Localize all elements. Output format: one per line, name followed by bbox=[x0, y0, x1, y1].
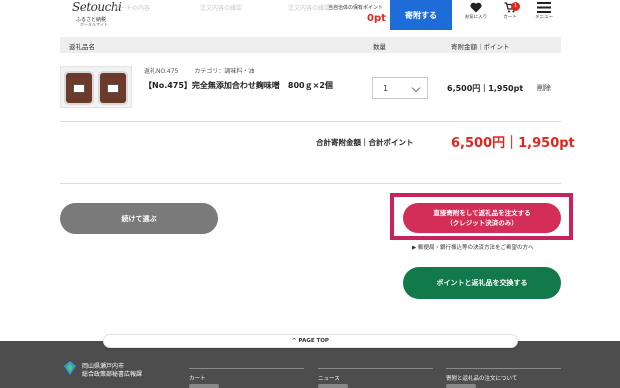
chevron-down-icon bbox=[411, 83, 421, 93]
total-label: 合計寄附金額｜合計ポイント bbox=[316, 138, 414, 147]
footer-link-news[interactable]: ニュース bbox=[318, 374, 340, 382]
favorites-label: お気に入り bbox=[464, 15, 488, 20]
order-button-line1: 直接寄附をして返礼品を注文する bbox=[433, 209, 531, 217]
menu-label: メニュー bbox=[535, 15, 553, 20]
quantity-select[interactable]: 1 bbox=[372, 77, 428, 99]
other-payment-link[interactable]: ▶ 郵便局・銀行振込等の決済方法をご希望の方へ bbox=[412, 243, 533, 251]
cart-button[interactable]: 1 カート bbox=[495, 2, 525, 30]
cart-table-header: 返礼品名 数量 寄附金額｜ポイント bbox=[60, 37, 561, 53]
points-label: 当自治体の保有ポイント bbox=[328, 5, 384, 11]
product-number: 返礼NO.475 bbox=[144, 68, 179, 75]
footer-col-cart: カート bbox=[189, 368, 304, 388]
totals-divider bbox=[60, 183, 561, 184]
logo-subtitle-2: ポータルサイト bbox=[80, 22, 108, 27]
quantity-value: 1 bbox=[383, 84, 389, 93]
order-direct-donation-button[interactable]: 直接寄附をして返礼品を注文する （クレジット決済のみ） bbox=[403, 203, 561, 233]
step-confirm-2: 注文内容の確認 bbox=[288, 5, 331, 12]
site-logo[interactable]: Setouchi ふるさと納税 ポータルサイト bbox=[72, 0, 122, 27]
row-price-points: 6,500円｜1,950pt bbox=[447, 84, 524, 93]
cart-count-badge: 1 bbox=[511, 2, 520, 11]
favorites-button[interactable]: お気に入り bbox=[461, 2, 491, 30]
footer-link-cart[interactable]: カート bbox=[189, 374, 206, 382]
page-top-button[interactable]: ^ PAGE TOP bbox=[103, 334, 518, 348]
heart-icon bbox=[470, 2, 482, 13]
footer-org-line2: 総合政策部秘書広報課 bbox=[82, 371, 143, 378]
footer-col-order-info: 寄附と返礼品の注文について bbox=[446, 368, 561, 388]
footer-link-order-info[interactable]: 寄附と返礼品の注文について bbox=[446, 374, 517, 382]
delete-link[interactable]: 削除 bbox=[537, 83, 551, 93]
product-name[interactable]: 【No.475】完全無添加合わせ麹味噌 800ｇ×2個 bbox=[144, 80, 333, 91]
step-cart: カートの内容 bbox=[114, 5, 151, 12]
total-value: 6,500円｜1,950pt bbox=[451, 136, 575, 151]
product-category: カテゴリ：調味料・油 bbox=[194, 68, 255, 75]
row-divider bbox=[60, 121, 561, 122]
continue-shopping-button[interactable]: 続けて選ぶ bbox=[60, 203, 218, 234]
product-meta: 返礼NO.475 カテゴリ：調味料・油 bbox=[144, 66, 254, 75]
donate-button[interactable]: 寄附する bbox=[390, 0, 452, 30]
hamburger-icon bbox=[537, 2, 551, 13]
footer-org-line1: 岡山県瀬戸内市 bbox=[82, 363, 125, 370]
footer-org-name: 岡山県瀬戸内市 総合政策部秘書広報課 bbox=[82, 363, 142, 379]
col-item-header: 返礼品名 bbox=[69, 43, 95, 51]
exchange-points-button[interactable]: ポイントと返礼品を交換する bbox=[403, 267, 561, 299]
order-button-line2: （クレジット決済のみ） bbox=[446, 219, 518, 227]
miso-jar-image bbox=[64, 71, 94, 105]
product-image[interactable] bbox=[60, 66, 132, 108]
cart-label: カート bbox=[503, 15, 517, 20]
col-quantity-header: 数量 bbox=[373, 43, 386, 51]
col-amount-header: 寄附金額｜ポイント bbox=[451, 43, 510, 51]
points-value: 0pt bbox=[367, 13, 386, 24]
footer-col-news: ニュース bbox=[318, 368, 433, 388]
site-footer: 岡山県瀬戸内市 総合政策部秘書広報課 カート ニュース 寄附と返礼品の注文につい… bbox=[0, 341, 620, 388]
site-header: Setouchi ふるさと納税 ポータルサイト カートの内容 注文内容の確認 注… bbox=[0, 0, 620, 30]
miso-jar-image bbox=[98, 71, 128, 105]
step-confirm: 注文内容の確認 bbox=[200, 5, 243, 12]
menu-button[interactable]: メニュー bbox=[529, 2, 559, 30]
city-emblem-icon bbox=[64, 361, 76, 375]
